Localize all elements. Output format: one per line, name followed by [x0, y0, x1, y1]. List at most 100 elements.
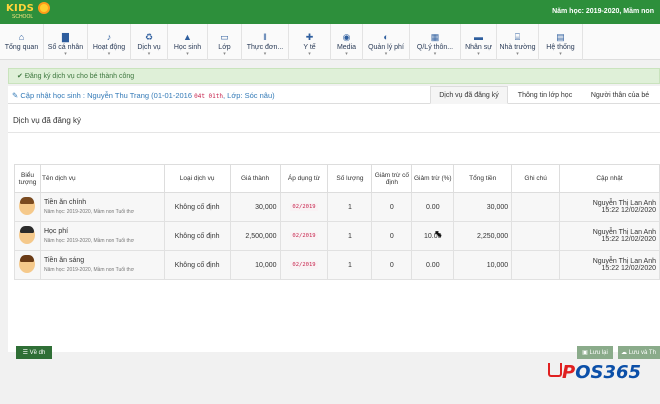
nav-item-13[interactable]: ▤ Hệ thống ▾ — [539, 24, 583, 60]
back-button[interactable]: ☰ Về dh — [16, 346, 52, 359]
col-total: Tổng tiền — [453, 164, 513, 193]
price-cell: 2,500,000 — [229, 221, 281, 251]
nav-item-label: Tổng quan — [4, 44, 39, 51]
caret-down-icon: ▾ — [516, 51, 519, 57]
col-updated: Cập nhật — [559, 164, 660, 193]
price-cell: 30,000 — [229, 192, 281, 222]
child-avatar-icon — [19, 197, 36, 215]
nav-item-label: Nhà trường — [499, 44, 536, 51]
nav-item-8[interactable]: ◉ Media ▾ — [331, 24, 363, 60]
nav-item-0[interactable]: ⌂ Tổng quan — [0, 24, 44, 60]
nav-item-4[interactable]: ▲ Học sinh ▾ — [168, 24, 208, 60]
nav-item-label: Q/Lý thôn... — [416, 44, 454, 51]
money-icon: ◐ — [383, 32, 389, 42]
table-row[interactable]: Tiền ăn chính Năm học: 2019-2020, Mầm non… — [14, 192, 660, 222]
nav-item-label: Thực đơn... — [246, 44, 284, 51]
service-icon-cell — [14, 221, 41, 251]
caret-down-icon: ▾ — [263, 51, 267, 57]
calculator-icon: ▦ — [430, 32, 440, 42]
price-cell: 10,000 — [229, 250, 281, 280]
cloud-icon: ☁ — [621, 350, 629, 356]
nav-item-label: Dịch vụ — [137, 44, 161, 51]
logo-text: KIDS — [6, 3, 35, 14]
service-subtext: Năm học: 2019-2020, Mầm non Tuổi thơ — [43, 238, 134, 244]
caret-down-icon: ▾ — [345, 51, 348, 57]
caret-down-icon: ▾ — [308, 51, 311, 57]
period-badge: 02/2019 — [290, 261, 318, 269]
pos365-watermark: POS365 — [548, 358, 656, 388]
section-title: Dịch vụ đã đăng ký — [13, 116, 82, 125]
caret-down-icon: ▾ — [223, 51, 226, 57]
nav-item-label: Quản lý phí — [368, 44, 404, 51]
note-cell — [511, 250, 561, 280]
alert-text: Đăng ký dịch vụ cho bé thành công — [24, 73, 135, 80]
col-quantity: Số lượng — [327, 164, 373, 193]
service-name: Tiền ăn chính — [43, 199, 87, 206]
cart-icon — [548, 363, 562, 377]
table-header-row: Biểu tượng Tên dịch vụ Loại dịch vụ Giá … — [14, 164, 660, 193]
fixed-discount-cell: 0 — [371, 250, 413, 280]
percent-discount-cell: 0.00 — [411, 250, 455, 280]
logo-subtext: SCHOOL — [12, 14, 34, 20]
service-type-cell: Không cố định — [163, 192, 231, 222]
activity-icon: ♪ — [106, 32, 112, 42]
success-alert: ✔ Đăng ký dịch vụ cho bé thành công — [8, 68, 660, 84]
sun-icon — [38, 2, 50, 14]
col-price: Giá thành — [229, 164, 281, 193]
total-cell: 10,000 — [453, 250, 513, 280]
top-bar: KIDS SCHOOL Năm học: 2019-2020, Mầm non — [0, 0, 660, 24]
nav-item-2[interactable]: ♪ Hoạt động ▾ — [88, 24, 131, 60]
apply-from-cell: 02/2019 — [279, 250, 329, 280]
nav-item-5[interactable]: ▭ Lớp ▾ — [208, 24, 242, 60]
nav-item-9[interactable]: ◐ Quản lý phí ▾ — [363, 24, 410, 60]
age-code: 04t 01th — [194, 93, 224, 100]
nav-item-label: Lớp — [218, 44, 231, 51]
nav-item-3[interactable]: ♻ Dịch vụ ▾ — [131, 24, 168, 60]
updated-at: 15:22 12/02/2020 — [601, 236, 657, 243]
nav-item-6[interactable]: ǁ Thực đơn... ▾ — [242, 24, 289, 60]
updated-cell: Nguyễn Thị Lan Anh 15:22 12/02/2020 — [559, 221, 660, 251]
list-icon: ☰ — [22, 350, 30, 356]
mouse-cursor-icon: ⬉ — [434, 229, 443, 240]
page-title: ✎ Cập nhật học sinh : Nguyễn Thu Trang (… — [12, 91, 275, 100]
medkit-icon: ✚ — [305, 32, 314, 42]
updated-at: 15:22 12/02/2020 — [601, 265, 657, 272]
staff-icon: ▬ — [474, 32, 483, 42]
table-row[interactable]: Tiền ăn sáng Năm học: 2019-2020, Mầm non … — [14, 250, 660, 280]
tab-relatives[interactable]: Người thân của bé — [582, 86, 658, 104]
fixed-discount-cell: 0 — [371, 221, 413, 251]
col-percent-discount: Giảm trừ (%) — [411, 164, 455, 193]
kids-school-logo[interactable]: KIDS SCHOOL — [6, 2, 50, 22]
caret-down-icon: ▾ — [64, 51, 67, 57]
period-badge: 02/2019 — [290, 203, 318, 211]
tab-class-info[interactable]: Thông tin lớp học — [510, 86, 580, 104]
nav-item-1[interactable]: ▇ Sổ cá nhân ▾ — [44, 24, 88, 60]
school-icon: ⌸ — [514, 32, 521, 42]
check-icon: ✔ — [17, 73, 25, 80]
globe-icon: ◉ — [342, 32, 351, 42]
tab-registered-services[interactable]: Dịch vụ đã đăng ký — [430, 86, 508, 104]
nav-item-12[interactable]: ⌸ Nhà trường ▾ — [497, 24, 539, 60]
nav-item-10[interactable]: ▦ Q/Lý thôn... ▾ — [410, 24, 461, 60]
table-row[interactable]: Học phí Năm học: 2019-2020, Mầm non Tuổi … — [14, 221, 660, 251]
main-nav: ⌂ Tổng quan ▇ Sổ cá nhân ▾ ♪ Hoạt động ▾ ♻ Dịch v… — [0, 24, 660, 60]
total-cell: 2,250,000 — [453, 221, 513, 251]
service-name: Học phí — [43, 228, 69, 235]
service-name-cell: Tiền ăn sáng Năm học: 2019-2020, Mầm non … — [39, 250, 165, 280]
nav-item-11[interactable]: ▬ Nhân sự ▾ — [461, 24, 497, 60]
updated-by: Nguyễn Thị Lan Anh — [592, 229, 656, 236]
home-icon: ⌂ — [18, 32, 25, 42]
caret-down-icon: ▾ — [147, 51, 151, 57]
system-icon: ▤ — [556, 32, 565, 42]
nav-item-label: Hoạt động — [92, 44, 126, 51]
percent-discount-cell: 10.00 — [411, 221, 455, 251]
nav-item-7[interactable]: ✚ Y tế ▾ — [289, 24, 331, 60]
school-year: Năm học: 2019-2020, Mầm non — [552, 8, 654, 15]
service-type-cell: Không cố định — [163, 250, 231, 280]
divider — [8, 132, 660, 133]
caret-down-icon: ▾ — [559, 51, 562, 57]
fixed-discount-cell: 0 — [371, 192, 413, 222]
percent-discount-cell: 0.00 — [411, 192, 455, 222]
col-note: Ghi chú — [511, 164, 561, 193]
content-panel: Dịch vụ đã đăng ký Biểu tượng Tên dịch v… — [8, 104, 660, 352]
